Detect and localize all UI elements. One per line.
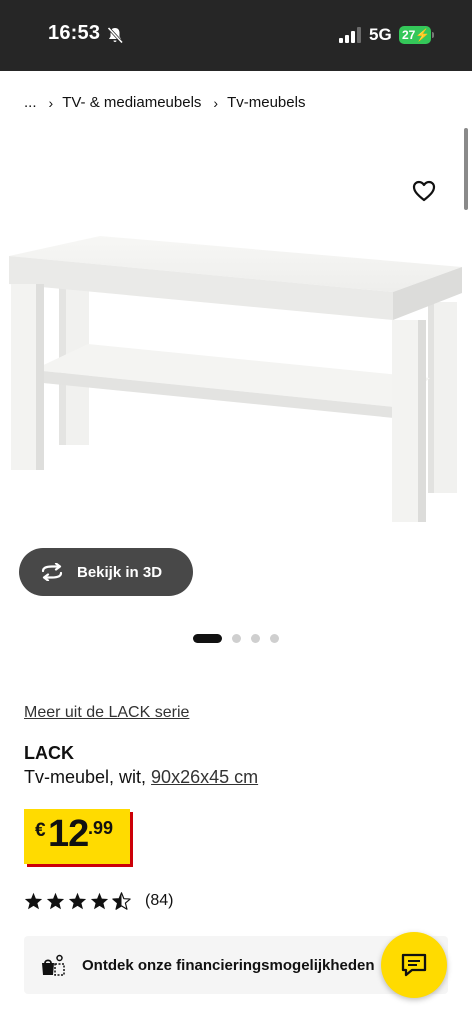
series-link[interactable]: Meer uit de LACK serie bbox=[24, 704, 189, 722]
product-dimensions-link[interactable]: 90x26x45 cm bbox=[151, 767, 258, 787]
battery-level: 27 bbox=[402, 28, 416, 42]
breadcrumb-tv-mediameubels[interactable]: TV- & mediameubels bbox=[62, 94, 201, 111]
breadcrumb-separator: › bbox=[213, 94, 219, 111]
carousel-dot[interactable] bbox=[232, 634, 241, 643]
star-icon bbox=[46, 892, 65, 910]
breadcrumb-separator: › bbox=[48, 94, 54, 111]
price-integer: 12 bbox=[48, 813, 89, 855]
price-tag: € 12 .99 bbox=[24, 809, 130, 864]
breadcrumb: ... › TV- & mediameubels › Tv-meubels bbox=[24, 94, 305, 111]
battery-icon: 27⚡ bbox=[399, 26, 431, 44]
star-icon bbox=[68, 892, 87, 910]
star-icon bbox=[24, 892, 43, 910]
favorite-button[interactable] bbox=[408, 176, 440, 206]
status-bar: 16:53 5G 27⚡ bbox=[0, 0, 472, 71]
network-type: 5G bbox=[369, 25, 392, 44]
price-currency: € bbox=[35, 820, 46, 841]
charging-icon: ⚡ bbox=[415, 28, 431, 42]
carousel-dot[interactable] bbox=[251, 634, 260, 643]
battery-tip bbox=[432, 32, 434, 38]
product-name: LACK bbox=[24, 743, 74, 763]
view-3d-button[interactable]: Bekijk in 3D bbox=[19, 548, 193, 596]
product-description: Tv-meubel, wit, 90x26x45 cm bbox=[24, 767, 258, 788]
star-half-icon bbox=[112, 892, 131, 910]
carousel-dot-active[interactable] bbox=[193, 634, 222, 643]
financing-label: Ontdek onze financieringsmogelijkheden bbox=[82, 956, 375, 974]
product-image[interactable] bbox=[0, 150, 472, 570]
rotate-3d-icon bbox=[41, 563, 63, 581]
carousel-dots bbox=[193, 634, 279, 643]
chat-button[interactable] bbox=[381, 932, 447, 998]
status-time: 16:53 bbox=[48, 22, 101, 44]
carousel-dot[interactable] bbox=[270, 634, 279, 643]
breadcrumb-tv-meubels[interactable]: Tv-meubels bbox=[227, 94, 305, 111]
product-description-text: Tv-meubel, wit, bbox=[24, 767, 147, 787]
financing-bag-icon bbox=[42, 954, 65, 976]
heart-icon bbox=[412, 180, 436, 202]
price-decimal: .99 bbox=[88, 818, 114, 838]
bell-muted-icon bbox=[107, 26, 124, 44]
signal-icon bbox=[339, 27, 361, 43]
breadcrumb-more[interactable]: ... bbox=[24, 94, 37, 111]
rating-count: (84) bbox=[145, 892, 174, 909]
rating[interactable]: (84) bbox=[24, 892, 173, 910]
view-3d-label: Bekijk in 3D bbox=[77, 563, 163, 581]
chat-icon bbox=[401, 953, 427, 977]
star-icon bbox=[90, 892, 109, 910]
